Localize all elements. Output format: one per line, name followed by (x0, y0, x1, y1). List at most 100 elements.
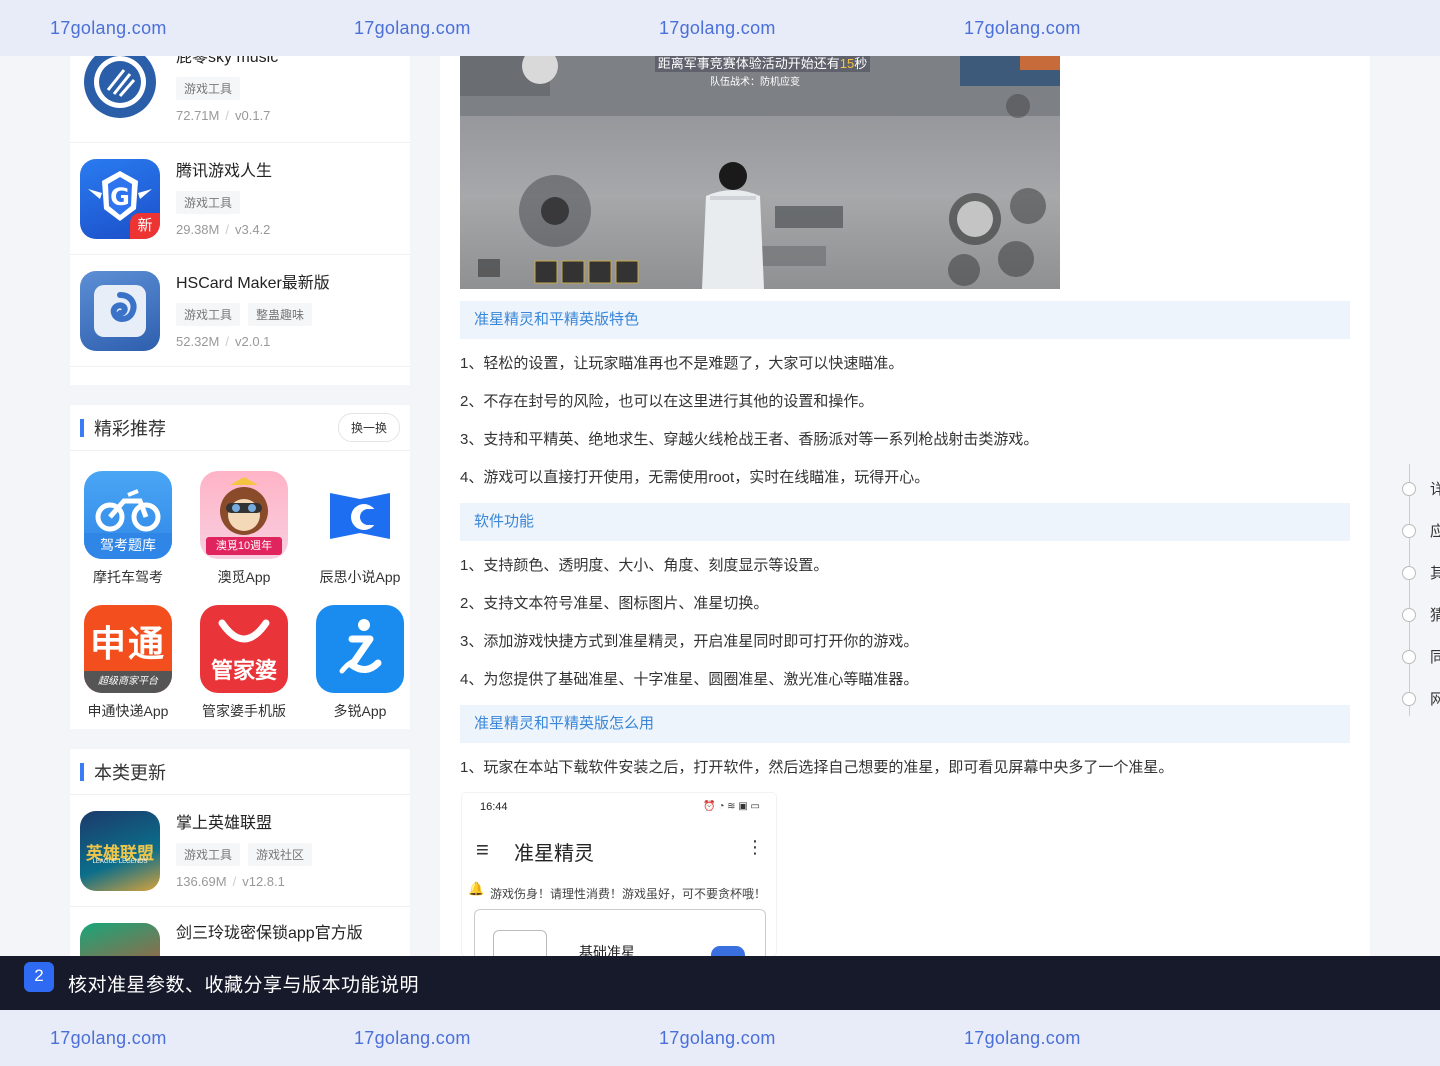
icon-subcaption: 超级商家平台 (84, 671, 172, 693)
game-banner-unit: 秒 (854, 56, 868, 71)
game-banner-sub: 队伍战术：防机应变 (710, 73, 800, 88)
game-screenshot: 距离军事竞赛体验活动开始还有15秒 队伍战术：防机应变 (460, 56, 1060, 289)
file-size: 72.71M (176, 108, 220, 123)
grid-app-name[interactable]: 管家婆手机版 (202, 701, 286, 721)
toc-item[interactable]: 同 (1402, 646, 1440, 667)
tencent-game-life-icon: G 新 (80, 158, 160, 239)
step-caption-text: 核对准星参数、收藏分享与版本功能说明 (68, 974, 420, 996)
app-name[interactable]: 剑三玲珑密保锁app官方版 (176, 923, 400, 945)
paragraph: 2、支持文本符号准星、图标图片、准星切换。 (460, 595, 769, 612)
version: v12.8.1 (242, 873, 285, 889)
icon-caption: 管家婆 (210, 658, 277, 683)
watermark-bar-bottom: 17golang.com 17golang.com 17golang.com 1… (0, 1010, 1440, 1066)
running-figure-icon (316, 605, 404, 693)
list-item[interactable]: 屁零sky music 游戏工具 72.71M / v0.1.7 (70, 42, 410, 143)
game-banner-line2b: 防机应变 (760, 77, 800, 88)
file-size: 29.38M (176, 221, 220, 237)
grid-app-name[interactable]: 澳觅App (218, 567, 271, 587)
section-accent-bar (80, 762, 84, 781)
icon-subcaption: LEAGUE·LEGENDS (92, 858, 148, 865)
icon-caption: 申通 (89, 623, 166, 664)
grid-app-item[interactable]: 辰思小说App (302, 471, 418, 605)
icon-caption: 驾考题库 (84, 533, 172, 559)
smile-bag-icon: 管家婆 (200, 605, 288, 693)
tag[interactable]: 游戏工具 (176, 302, 241, 326)
list-item[interactable]: 英雄联盟 LEAGUE·LEGENDS 掌上英雄联盟 游戏工具 游戏社区 136.… (70, 795, 410, 907)
list-item[interactable]: HSCard Maker最新版 游戏工具 整蛊趣味 52.32M / v2.0.1 (70, 255, 410, 367)
game-banner: 距离军事竞赛体验活动开始还有15秒 (655, 56, 870, 72)
tag[interactable]: 游戏工具 (176, 842, 241, 866)
toc-item[interactable]: 猜 (1402, 604, 1440, 625)
app-name[interactable]: 掌上英雄联盟 (176, 813, 400, 835)
game-banner-count: 15 (839, 56, 855, 71)
updates-card: 本类更新 英雄联盟 LEAGUE·LEGENDS 掌上英雄联盟 游戏工具 游戏社区… (70, 749, 410, 1003)
watermark-text: 17golang.com (659, 17, 776, 38)
file-size: 136.69M (176, 873, 227, 889)
hearthstone-swirl-icon (80, 270, 160, 351)
grid-app-item[interactable]: 多锐App (302, 605, 418, 739)
paragraph: 3、支持和平精英、绝地求生、穿越火线枪战王者、香肠派对等一系列枪战射击类游戏。 (460, 431, 1039, 448)
list-item[interactable]: G 新 腾讯游戏人生 游戏工具 29.38M / v3.4.2 (70, 143, 410, 255)
grid-app-name[interactable]: 摩托车驾考 (93, 567, 163, 587)
watermark-text: 17golang.com (354, 1027, 471, 1048)
setting-label: 基础准星 (579, 944, 635, 956)
watermark-text: 17golang.com (964, 17, 1081, 38)
grid-app-item[interactable]: 管家婆 管家婆手机版 (186, 605, 302, 739)
toc-item[interactable]: 详 (1402, 478, 1440, 499)
tag[interactable]: 整蛊趣味 (248, 302, 313, 326)
grid-app-item[interactable]: 申通 超级商家平台 申通快递App (70, 605, 186, 739)
toggle-switch[interactable] (711, 946, 745, 956)
tag[interactable]: 游戏社区 (248, 842, 313, 866)
toc-item[interactable]: 应 (1402, 520, 1440, 541)
more-vert-icon: ⋮ (746, 837, 764, 857)
grid-app-item[interactable]: 驾考题库 摩托车驾考 (70, 471, 186, 605)
toc-item[interactable]: 其 (1402, 562, 1440, 583)
game-banner-line2: 队伍战术： (710, 77, 760, 88)
app-name[interactable]: HSCard Maker最新版 (176, 273, 400, 295)
league-of-legends-icon: 英雄联盟 LEAGUE·LEGENDS (80, 810, 160, 891)
paragraph: 1、玩家在本站下载软件安装之后，打开软件，然后选择自己想要的准星，即可看见屏幕中… (460, 759, 1174, 776)
phone-time: 16:44 (480, 801, 508, 813)
toc-line (1409, 464, 1410, 716)
section-heading-functions: 软件功能 (460, 503, 1350, 541)
related-apps-card: 屁零sky music 游戏工具 72.71M / v0.1.7 G 新 腾讯游戏人… (70, 42, 410, 385)
step-number-badge: 2 (24, 962, 54, 992)
paragraph: 4、游戏可以直接打开使用，无需使用root，实时在线瞄准，玩得开心。 (460, 469, 930, 486)
grid-app-name[interactable]: 多锐App (334, 701, 387, 721)
article-content: 距离军事竞赛体验活动开始还有15秒 队伍战术：防机应变 准星精灵和平精英版特色 … (440, 56, 1370, 956)
book-c-icon (316, 471, 404, 559)
motorbike-icon: 驾考题库 (84, 471, 172, 559)
swap-button[interactable]: 换一换 (337, 413, 400, 442)
phone-notice: 游戏伤身！请理性消费！游戏虽好，可不要贪杯哦！ (490, 887, 767, 901)
raccoon-mascot-icon: 澳覓10週年 (200, 471, 288, 559)
watermark-text: 17golang.com (354, 17, 471, 38)
watermark-text: 17golang.com (50, 1027, 167, 1048)
phone-status-icons: ⏰ ◔ ≋ ▣ ▭ (703, 801, 760, 812)
section-heading-howto: 准星精灵和平精英版怎么用 (460, 705, 1350, 743)
sto-express-icon: 申通 超级商家平台 (84, 605, 172, 693)
icon-caption: 澳覓10週年 (206, 537, 282, 555)
paragraph: 1、支持颜色、透明度、大小、角度、刻度显示等设置。 (460, 557, 829, 574)
section-heading-features: 准星精灵和平精英版特色 (460, 301, 1350, 339)
grid-app-item[interactable]: 澳覓10週年 澳觅App (186, 471, 302, 605)
toc-item[interactable]: 网 (1402, 688, 1440, 709)
grid-app-name[interactable]: 申通快递App (88, 701, 169, 721)
recommend-card: 精彩推荐 换一换 驾考题库 摩托车驾考 澳覓10週年 澳觅App 辰思小说App… (70, 405, 410, 729)
phone-app-title: 准星精灵 (514, 843, 594, 865)
table-of-contents: 详 应 其 猜 同 网 (1398, 464, 1440, 716)
watermark-text: 17golang.com (50, 17, 167, 38)
menu-icon: ≡ (476, 837, 489, 862)
tag[interactable]: 游戏工具 (176, 190, 241, 214)
watermark-text: 17golang.com (659, 1027, 776, 1048)
version: v3.4.2 (235, 221, 271, 237)
section-accent-bar (80, 418, 84, 437)
grid-app-name[interactable]: 辰思小说App (320, 567, 401, 587)
paragraph: 2、不存在封号的风险，也可以在这里进行其他的设置和操作。 (460, 393, 874, 410)
version: v2.0.1 (235, 333, 271, 349)
game-banner-line1: 距离军事竞赛体验活动开始还有 (657, 56, 840, 71)
tag[interactable]: 游戏工具 (176, 77, 241, 100)
watermark-text: 17golang.com (964, 1027, 1081, 1048)
new-badge: 新 (130, 212, 160, 239)
paragraph: 4、为您提供了基础准星、十字准星、圆圈准星、激光准心等瞄准器。 (460, 671, 919, 688)
app-name[interactable]: 腾讯游戏人生 (176, 161, 400, 183)
